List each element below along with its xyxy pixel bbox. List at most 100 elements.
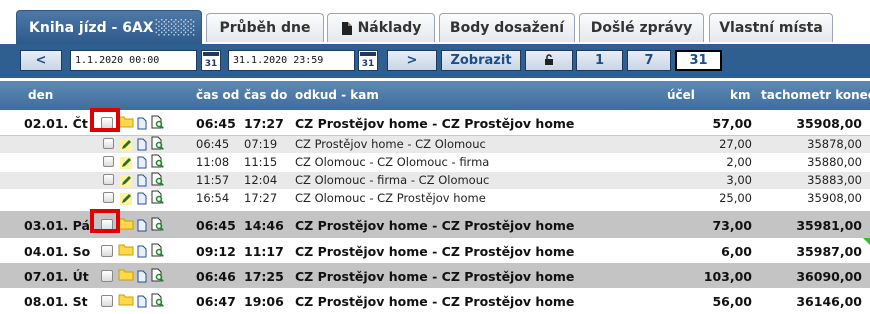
- period-7-days-button[interactable]: 7: [627, 50, 671, 71]
- time-to: 17:27: [244, 116, 284, 131]
- time-to: 11:15: [244, 155, 278, 169]
- folder-icon[interactable]: [118, 268, 134, 284]
- document-icon[interactable]: [137, 138, 147, 154]
- table-row[interactable]: 03.01. Pá 06:45 14:46 CZ Prostějov home …: [0, 211, 870, 238]
- route: CZ Prostějov home - CZ Prostějov home: [295, 269, 575, 284]
- document-search-icon[interactable]: [151, 217, 164, 235]
- show-button[interactable]: Zobrazit: [441, 50, 521, 71]
- table-row[interactable]: 07.01. Út 06:46 17:25 CZ Prostějov home …: [0, 263, 870, 288]
- km-value: 73,00: [712, 218, 752, 233]
- document-search-icon[interactable]: [151, 172, 164, 190]
- folder-icon[interactable]: [118, 217, 134, 233]
- table-row[interactable]: 16:54 17:27 CZ Olomouc - CZ Prostějov ho…: [0, 190, 870, 209]
- table-row[interactable]: 11:08 11:15 CZ Olomouc - CZ Olomouc - fi…: [0, 154, 870, 171]
- document-search-icon[interactable]: [151, 268, 164, 286]
- table-row[interactable]: 02.01. Čt 06:45 17:27 CZ Prostějov home …: [0, 110, 870, 136]
- time-to: 11:17: [244, 244, 284, 259]
- time-to: 19:06: [244, 294, 284, 309]
- tab-label: Náklady: [357, 20, 422, 36]
- table-row[interactable]: 06:45 07:19 CZ Prostějov home - CZ Olomo…: [0, 136, 870, 153]
- date-to-input[interactable]: [228, 50, 355, 71]
- tab-dosle-zpravy[interactable]: Došlé zprávy: [579, 13, 704, 42]
- time-from: 06:47: [196, 294, 236, 309]
- document-search-icon[interactable]: [151, 293, 164, 311]
- checkbox-icon[interactable]: [103, 192, 114, 203]
- document-icon[interactable]: [137, 156, 147, 172]
- date-from-input[interactable]: [70, 50, 197, 71]
- column-tachometr[interactable]: tachometr konec: [761, 88, 870, 102]
- km-value: 103,00: [703, 269, 752, 284]
- odometer-value: 35981,00: [796, 218, 862, 233]
- folder-icon[interactable]: [118, 243, 134, 259]
- odometer-value: 35880,00: [807, 155, 862, 169]
- tab-prubeh-dne[interactable]: Průběh dne: [206, 13, 324, 42]
- table-row[interactable]: 11:57 12:04 CZ Olomouc - firma - CZ Olom…: [0, 172, 870, 189]
- period-31-days-button[interactable]: 31: [675, 50, 722, 71]
- table-row[interactable]: 08.01. St 06:47 19:06 CZ Prostějov home …: [0, 288, 870, 314]
- column-odkud-kam[interactable]: odkud - kam: [295, 88, 379, 102]
- time-from: 11:08: [196, 155, 230, 169]
- calendar-to-icon[interactable]: 31: [358, 50, 378, 71]
- document-icon[interactable]: [137, 270, 147, 286]
- tab-label: Průběh dne: [219, 20, 311, 36]
- time-to: 17:25: [244, 269, 284, 284]
- checkbox-icon[interactable]: [103, 156, 114, 167]
- pencil-icon[interactable]: [120, 157, 132, 172]
- day-date: 04.01. So: [24, 244, 91, 259]
- period-1-day-button[interactable]: 1: [576, 50, 623, 71]
- time-to: 12:04: [244, 173, 278, 187]
- lock-icon: [544, 53, 554, 68]
- column-cas-od[interactable]: čas od: [196, 88, 239, 102]
- column-km[interactable]: km: [730, 88, 750, 102]
- time-from: 16:54: [196, 191, 230, 205]
- date-toolbar: < 31 31 > Zobrazit 1 7 31: [0, 44, 870, 78]
- pencil-icon[interactable]: [120, 175, 132, 190]
- lock-button[interactable]: [525, 50, 573, 71]
- checkbox-icon[interactable]: [101, 295, 113, 307]
- tab-label: Body dosažení: [449, 20, 565, 36]
- previous-period-button[interactable]: <: [20, 50, 62, 71]
- document-search-icon[interactable]: [151, 190, 164, 208]
- document-icon[interactable]: [137, 117, 147, 133]
- document-icon[interactable]: [137, 245, 147, 261]
- calendar-from-icon[interactable]: 31: [201, 50, 221, 71]
- tab-body-dosazeni[interactable]: Body dosažení: [439, 13, 575, 42]
- document-search-icon[interactable]: [151, 115, 164, 133]
- time-to: 17:27: [244, 191, 278, 205]
- checkbox-icon[interactable]: [103, 174, 114, 185]
- time-from: 06:45: [196, 218, 236, 233]
- highlight-box: [90, 108, 120, 132]
- tab-naklady[interactable]: Náklady: [327, 13, 435, 42]
- odometer-value: 35908,00: [796, 116, 862, 131]
- route: CZ Olomouc - firma - CZ Olomouc: [295, 173, 490, 187]
- km-value: 56,00: [712, 294, 752, 309]
- odometer-value: 35987,00: [796, 244, 862, 259]
- route: CZ Prostějov home - CZ Prostějov home: [295, 294, 575, 309]
- document-search-icon[interactable]: [151, 154, 164, 172]
- document-search-icon[interactable]: [151, 136, 164, 154]
- checkbox-icon[interactable]: [103, 138, 114, 149]
- pencil-icon[interactable]: [120, 193, 132, 208]
- tab-vlastni-mista[interactable]: Vlastní místa: [709, 13, 833, 42]
- next-period-button[interactable]: >: [387, 50, 437, 71]
- checkbox-icon[interactable]: [101, 270, 113, 282]
- folder-icon[interactable]: [118, 293, 134, 309]
- tab-kniha-jizd[interactable]: Kniha jízd - 6AX ░░░░: [16, 10, 202, 44]
- pencil-icon[interactable]: [120, 139, 132, 154]
- column-den[interactable]: den: [28, 88, 53, 102]
- document-icon[interactable]: [137, 174, 147, 190]
- route: CZ Olomouc - CZ Olomouc - firma: [295, 155, 490, 169]
- column-cas-do[interactable]: čas do: [244, 88, 287, 102]
- document-icon[interactable]: [137, 295, 147, 311]
- km-value: 2,00: [726, 155, 752, 169]
- km-value: 25,00: [719, 191, 752, 205]
- document-icon[interactable]: [137, 192, 147, 208]
- document-icon[interactable]: [137, 219, 147, 235]
- odometer-value: 36090,00: [796, 269, 862, 284]
- document-search-icon[interactable]: [151, 243, 164, 261]
- table-row[interactable]: 04.01. So 09:12 11:17 CZ Prostějov home …: [0, 238, 870, 263]
- km-value: 3,00: [726, 173, 752, 187]
- folder-icon[interactable]: [118, 115, 134, 131]
- column-ucel[interactable]: účel: [667, 88, 695, 102]
- checkbox-icon[interactable]: [101, 245, 113, 257]
